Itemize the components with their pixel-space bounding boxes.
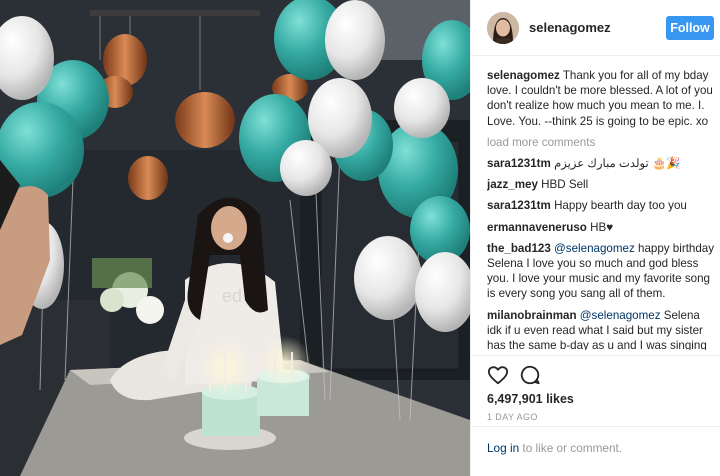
comment-username[interactable]: sara1231tm [487,199,551,212]
login-link[interactable]: Log in [487,441,519,455]
caption-username[interactable]: selenagomez [487,69,560,82]
header-username[interactable]: selenagomez [529,20,611,35]
sweater-print: ed [222,286,242,306]
comment-icon[interactable] [519,364,541,386]
comment-item: ermannaveneruso HB♥ [487,220,715,235]
login-line: Log in to like or comment. [487,441,622,455]
caption: selenagomez Thank you for all of my bday… [487,68,715,129]
follow-button[interactable]: Follow [666,16,714,40]
comment-item: sara1231tm Happy bearth day too you [487,198,715,213]
comment-item: sara1231tm تولدت مبارك عزيزم 🎂🎉 [487,156,715,171]
login-rest: to like or comment. [519,441,623,455]
avatar-image [487,12,519,44]
comment-item: the_bad123 @selenagomez happy birthday S… [487,241,715,302]
post-sidebar: selenagomez Follow selenagomez Thank you… [470,0,720,476]
post-timestamp[interactable]: 1 DAY AGO [487,412,538,422]
comments-list: selenagomez Thank you for all of my bday… [487,68,715,350]
comment-mention[interactable]: @selenagomez [580,309,661,322]
comment-text: تولدت مبارك عزيزم 🎂🎉 [554,157,681,171]
birthday-photo: ed [0,0,470,476]
comment-username[interactable]: the_bad123 [487,242,551,255]
comment-username[interactable]: sara1231tm [487,157,551,170]
login-prompt: Log in to like or comment. [471,426,720,476]
comment-text: HB♥ [590,220,614,234]
post-header: selenagomez Follow [471,0,720,56]
comment-username[interactable]: milanobrainman [487,309,577,322]
heart-icon[interactable] [487,364,509,386]
load-more-comments[interactable]: load more comments [487,135,715,150]
avatar[interactable] [487,12,519,44]
comment-mention[interactable]: @selenagomez [554,242,635,255]
comment-text: HBD Sell [541,178,589,192]
comment-item: milanobrainman @selenagomez Selena idk i… [487,308,715,350]
comment-username[interactable]: jazz_mey [487,178,538,191]
post-photo[interactable]: ed [0,0,470,476]
comment-item: jazz_mey HBD Sell [487,177,715,192]
comment-text: Happy bearth day too you [554,199,687,213]
comment-username[interactable]: ermannaveneruso [487,221,587,234]
likes-count[interactable]: 6,497,901 likes [487,392,574,406]
